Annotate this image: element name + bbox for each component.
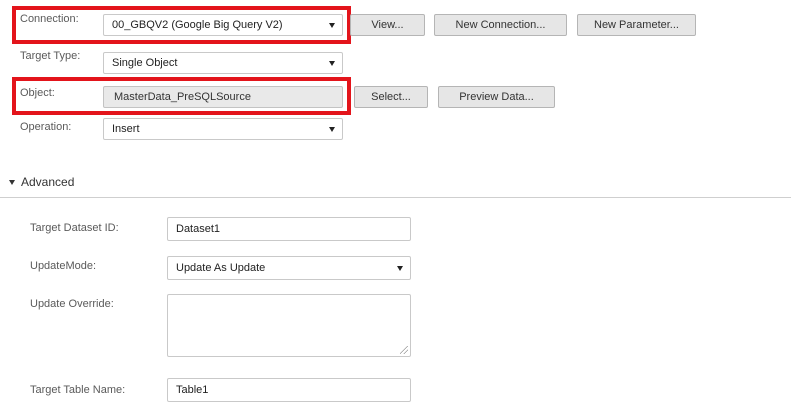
advanced-section-title: Advanced: [21, 175, 75, 189]
target-dataset-id-label: Target Dataset ID:: [30, 222, 119, 234]
advanced-section-toggle[interactable]: Advanced: [9, 175, 74, 189]
update-override-textarea[interactable]: [167, 294, 411, 357]
operation-value: Insert: [112, 123, 140, 135]
select-button[interactable]: Select...: [354, 86, 428, 108]
target-table-name-input[interactable]: Table1: [167, 378, 411, 402]
preview-data-button[interactable]: Preview Data...: [438, 86, 555, 108]
target-table-name-value: Table1: [176, 384, 209, 396]
target-table-name-label: Target Table Name:: [30, 384, 126, 396]
update-override-label: Update Override:: [30, 298, 114, 310]
chevron-down-icon: [329, 61, 335, 66]
new-connection-button[interactable]: New Connection...: [434, 14, 567, 36]
update-mode-value: Update As Update: [176, 262, 266, 274]
target-type-label: Target Type:: [20, 50, 81, 62]
resize-grip-icon[interactable]: [400, 346, 408, 354]
section-divider: [0, 197, 791, 198]
target-dataset-id-input[interactable]: Dataset1: [167, 217, 411, 241]
target-dataset-id-value: Dataset1: [176, 223, 221, 235]
target-type-value: Single Object: [112, 57, 178, 69]
connection-highlight-box: [12, 6, 351, 44]
new-parameter-button[interactable]: New Parameter...: [577, 14, 696, 36]
update-mode-label: UpdateMode:: [30, 260, 97, 272]
chevron-down-icon: [397, 266, 403, 271]
operation-label: Operation:: [20, 121, 72, 133]
chevron-down-icon: [329, 127, 335, 132]
operation-select[interactable]: Insert: [103, 118, 343, 140]
update-mode-select[interactable]: Update As Update: [167, 256, 411, 280]
target-type-select[interactable]: Single Object: [103, 52, 343, 74]
object-highlight-box: [12, 77, 351, 115]
caret-down-icon: [9, 179, 15, 185]
view-button[interactable]: View...: [350, 14, 425, 36]
